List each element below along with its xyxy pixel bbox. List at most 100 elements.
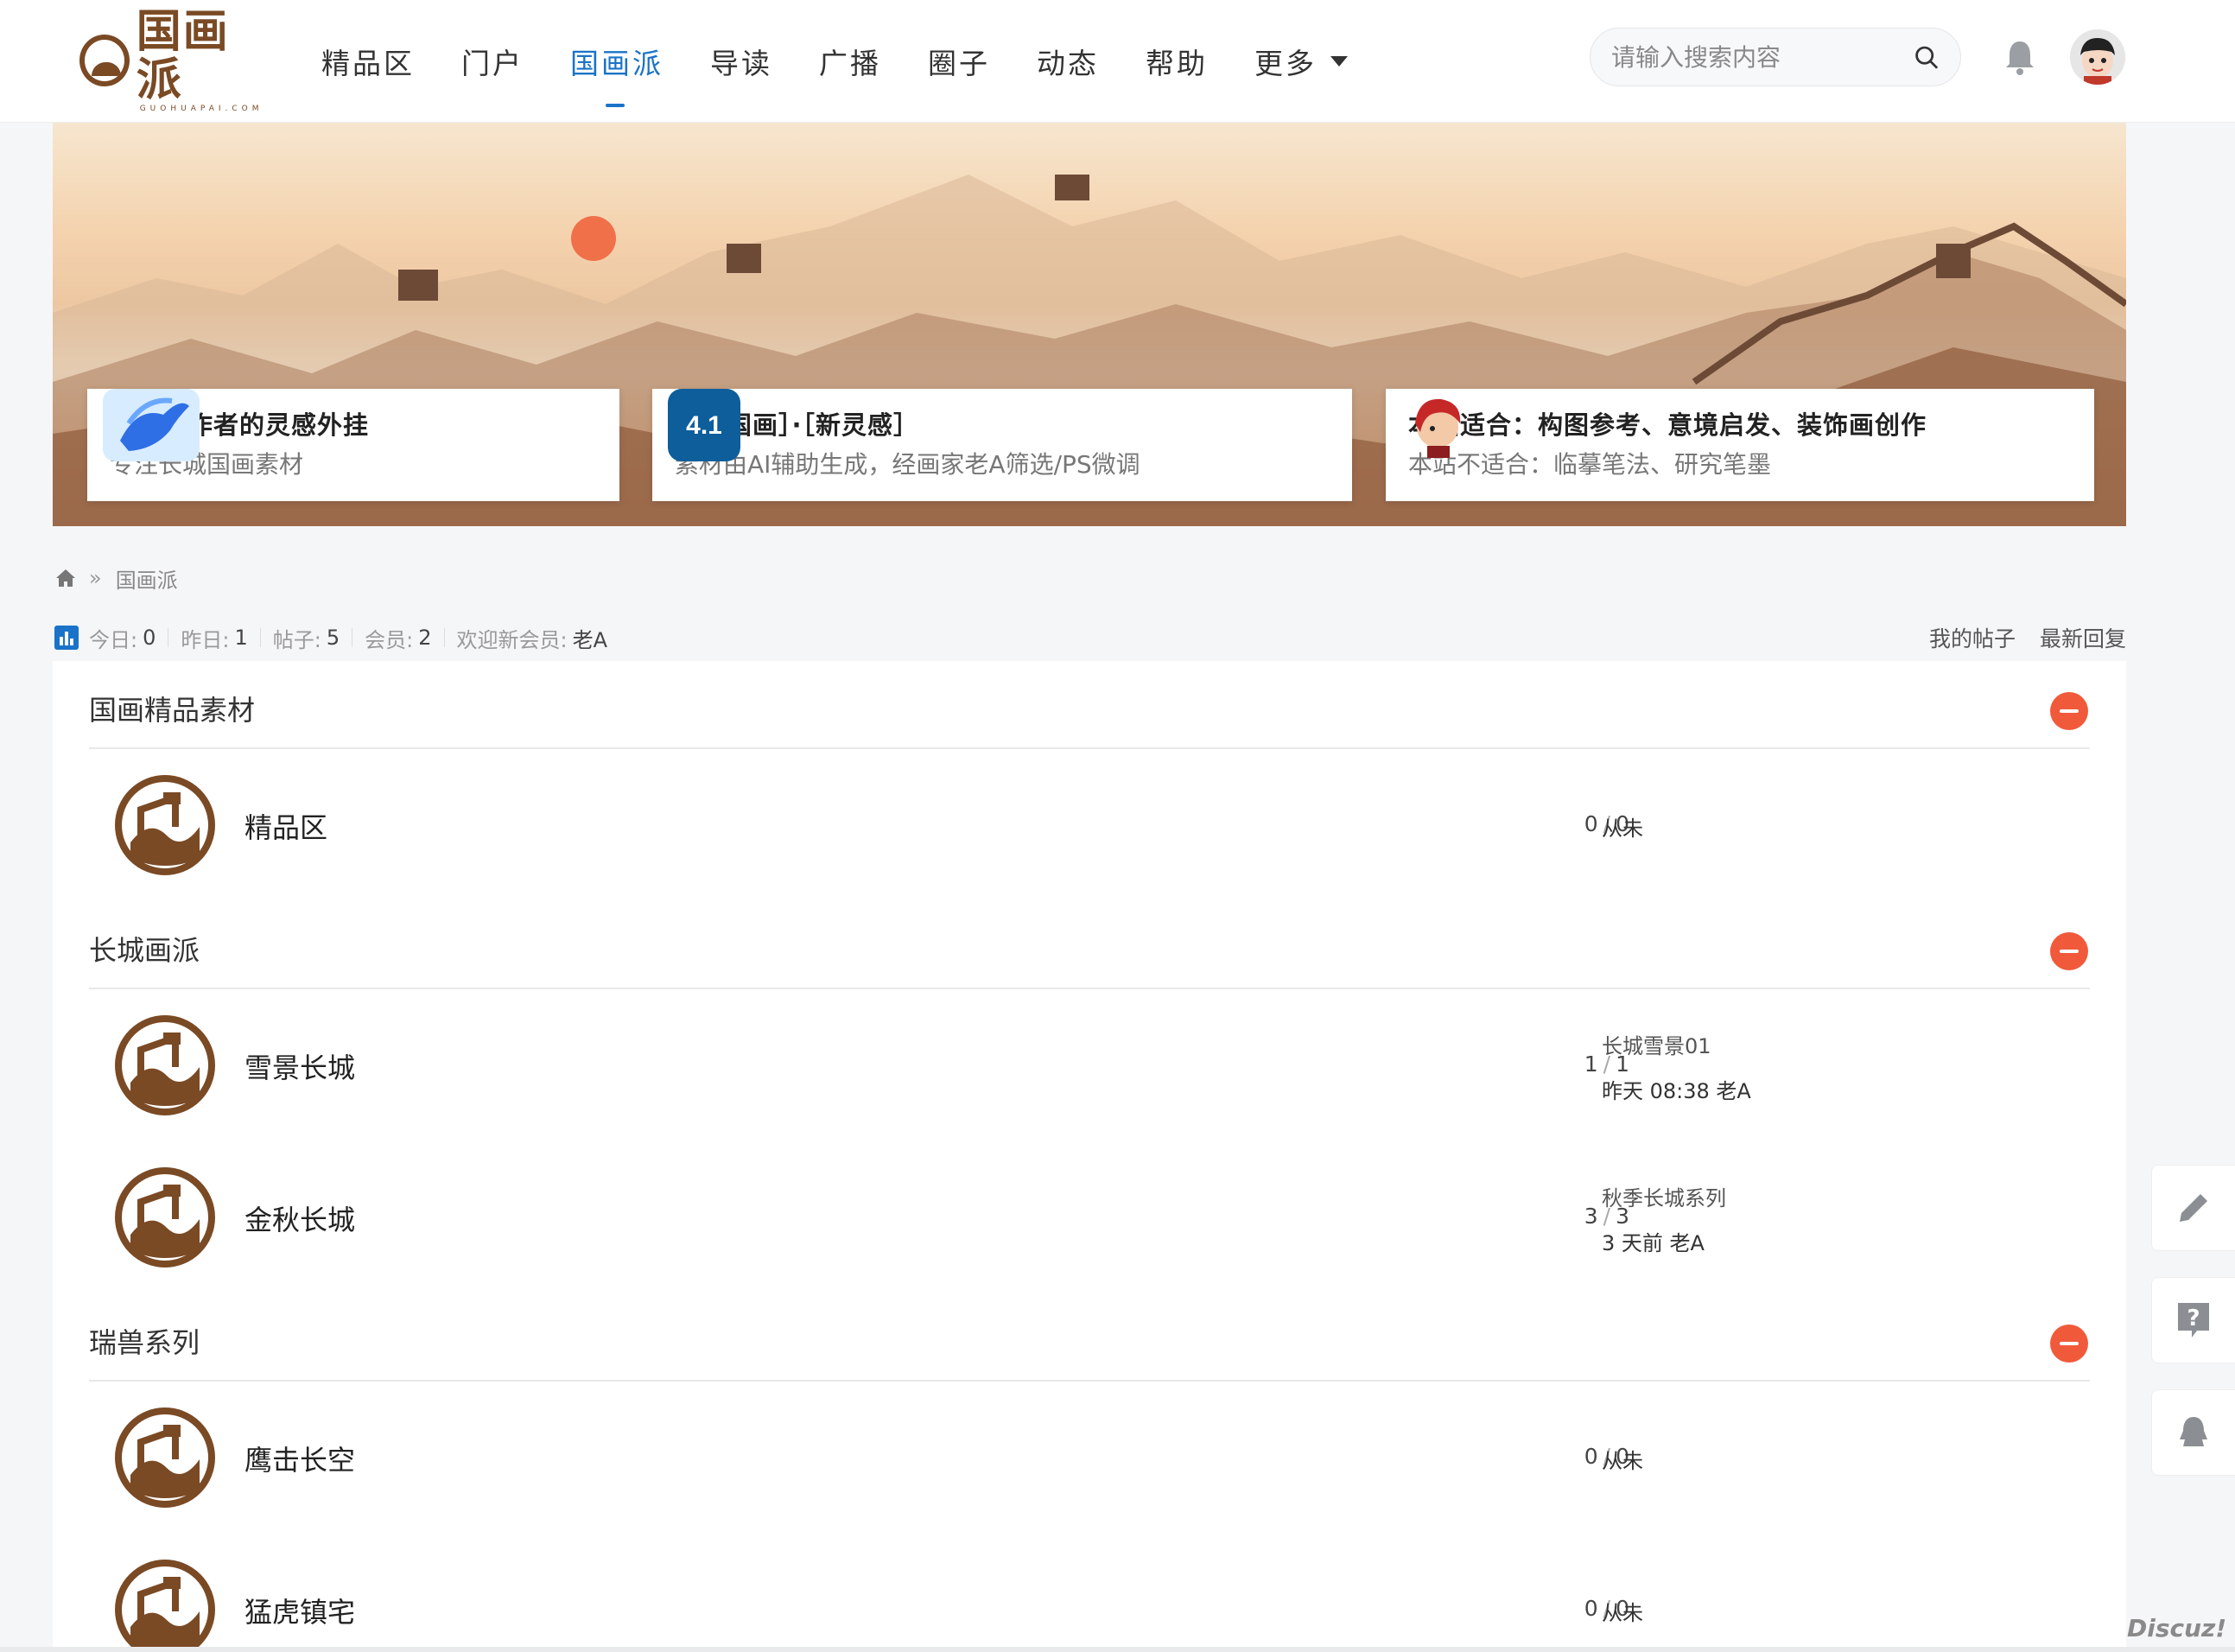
breadcrumb-separator: » bbox=[89, 566, 102, 590]
nav-label: 门户 bbox=[461, 47, 524, 80]
category-divider bbox=[89, 988, 2090, 989]
home-icon[interactable] bbox=[54, 568, 77, 588]
nav-label: 精品区 bbox=[321, 47, 415, 80]
search-input[interactable] bbox=[1611, 42, 1913, 72]
banner-card-subtitle: 本站不适合：临摹笔法、研究笔墨 bbox=[1408, 450, 1772, 479]
pencil-icon bbox=[2180, 1194, 2207, 1222]
banner-card-title: 本站适合：构图参考、意境启发、装饰画创作 bbox=[1408, 410, 1927, 440]
collapse-icon[interactable] bbox=[2050, 692, 2088, 730]
thread-count: 0 bbox=[1584, 811, 1598, 836]
my-posts-link[interactable]: 我的帖子 bbox=[1929, 622, 2016, 653]
last-post-text: 昨天 08:38 老A bbox=[1602, 1079, 1751, 1103]
last-post-text: 从未 bbox=[1602, 1601, 1643, 1625]
stat-divider bbox=[443, 628, 445, 647]
nav-item-circles[interactable]: 圈子 bbox=[928, 0, 990, 123]
svg-text:?: ? bbox=[2187, 1306, 2200, 1331]
thread-count: 0 bbox=[1584, 1596, 1598, 1621]
stat-members-label: 会员: bbox=[365, 627, 414, 652]
stat-newest-label: 欢迎新会员: bbox=[456, 627, 568, 652]
stat-yesterday-value: 1 bbox=[234, 626, 248, 650]
category-title[interactable]: 长城画派 bbox=[89, 929, 200, 969]
top-links: 我的帖子 最新回复 bbox=[1905, 622, 2126, 653]
caret-down-icon bbox=[1330, 56, 1348, 67]
search-box bbox=[1590, 28, 1961, 86]
great-wall-forum-icon[interactable] bbox=[115, 1167, 215, 1268]
app-icon-text: 4.1 bbox=[686, 411, 722, 440]
red-hair-character-icon bbox=[1415, 398, 1461, 458]
stat-posts-value: 5 bbox=[326, 626, 340, 650]
category-divider bbox=[89, 1380, 2090, 1382]
thread-count: 3 bbox=[1584, 1204, 1598, 1229]
last-post-title-link[interactable]: 秋季长城系列 bbox=[1602, 1181, 1726, 1211]
forum-name-link[interactable]: 精品区 bbox=[244, 806, 327, 846]
qq-contact-button[interactable] bbox=[2151, 1389, 2235, 1476]
nav-label: 帮助 bbox=[1146, 47, 1208, 80]
sun-shape bbox=[571, 216, 616, 261]
nav-label: 广播 bbox=[819, 47, 881, 80]
nav-item-portal[interactable]: 门户 bbox=[461, 0, 524, 123]
collapse-icon[interactable] bbox=[2050, 1325, 2088, 1363]
great-wall-logo-icon bbox=[79, 35, 130, 86]
nav-item-activity[interactable]: 动态 bbox=[1037, 0, 1099, 123]
great-wall-forum-icon[interactable] bbox=[115, 775, 215, 875]
notification-bell-icon[interactable] bbox=[2003, 38, 2037, 76]
qq-penguin-icon bbox=[2180, 1417, 2207, 1446]
nav-item-more[interactable]: 更多 bbox=[1254, 0, 1348, 123]
new-post-button[interactable] bbox=[2151, 1165, 2235, 1251]
stats-chart-icon bbox=[54, 626, 79, 650]
thread-count: 1 bbox=[1584, 1052, 1598, 1077]
great-wall-forum-icon[interactable] bbox=[115, 1015, 215, 1115]
forum-name-link[interactable]: 金秋长城 bbox=[244, 1198, 355, 1238]
help-button[interactable]: ? bbox=[2151, 1277, 2235, 1363]
banner-card-2[interactable]: 4.1 ［新国画］·［新灵感］ 素材由AI辅助生成，经画家老A筛选/PS微调 bbox=[652, 389, 1352, 501]
discuz-watermark: Discuz! bbox=[2127, 1614, 2227, 1642]
last-post-text: 从未 bbox=[1602, 1449, 1643, 1473]
forum-name-link[interactable]: 鹰击长空 bbox=[244, 1439, 355, 1478]
top-header: 国画派 GUOHUAPAI.COM 精品区 门户 国画派 导读 广播 圈子 动态… bbox=[0, 0, 2235, 123]
forum-name-link[interactable]: 雪景长城 bbox=[244, 1046, 355, 1086]
latest-reply-link[interactable]: 最新回复 bbox=[2040, 622, 2126, 653]
great-wall-forum-icon[interactable] bbox=[115, 1560, 215, 1652]
nav-label: 圈子 bbox=[928, 47, 990, 80]
hero-banner: 国画创作者的灵感外挂 专注长城国画素材 4.1 ［新国画］·［新灵感］ 素材由A… bbox=[53, 123, 2126, 526]
last-post-text: 3 天前 老A bbox=[1602, 1231, 1705, 1255]
cartoon-face-icon bbox=[2070, 29, 2125, 85]
stat-yesterday-label: 昨日: bbox=[181, 627, 230, 652]
banner-card-3[interactable]: 本站适合：构图参考、意境启发、装饰画创作 本站不适合：临摹笔法、研究笔墨 bbox=[1386, 389, 2094, 501]
main-nav: 精品区 门户 国画派 导读 广播 圈子 动态 帮助 更多 bbox=[321, 0, 1394, 123]
nav-item-featured[interactable]: 精品区 bbox=[321, 0, 415, 123]
stat-divider bbox=[259, 628, 261, 647]
thread-count: 0 bbox=[1584, 1444, 1598, 1469]
stat-today-label: 今日: bbox=[89, 627, 138, 652]
category-title[interactable]: 瑞兽系列 bbox=[89, 1321, 200, 1361]
question-icon: ? bbox=[2178, 1303, 2209, 1337]
category-title[interactable]: 国画精品素材 bbox=[89, 689, 255, 728]
stat-newest-member-link[interactable]: 老A bbox=[573, 623, 607, 653]
pegasus-icon bbox=[103, 389, 200, 461]
nav-item-help[interactable]: 帮助 bbox=[1146, 0, 1208, 123]
nav-label: 动态 bbox=[1037, 47, 1099, 80]
nav-item-guohuapai[interactable]: 国画派 bbox=[570, 0, 664, 123]
search-icon[interactable] bbox=[1913, 42, 1940, 72]
last-post-text: 从未 bbox=[1602, 816, 1643, 841]
last-post-title-link[interactable]: 长城雪景01 bbox=[1602, 1029, 1711, 1059]
logo-subtext: GUOHUAPAI.COM bbox=[139, 105, 264, 113]
user-avatar[interactable] bbox=[2070, 29, 2125, 85]
logo-text: 国画派 bbox=[136, 6, 230, 106]
category-divider bbox=[89, 747, 2090, 749]
forum-stats: 今日: 0 昨日: 1 帖子: 5 会员: 2 欢迎新会员: 老A bbox=[54, 620, 607, 655]
forum-list: 国画精品素材 精品区 0/0 从未 长城画派 雪景长城 1/1 长城雪景01 昨… bbox=[53, 661, 2126, 1652]
nav-label: 导读 bbox=[710, 47, 772, 80]
breadcrumb-current[interactable]: 国画派 bbox=[116, 563, 178, 594]
great-wall-forum-icon[interactable] bbox=[115, 1407, 215, 1508]
collapse-icon[interactable] bbox=[2050, 932, 2088, 970]
stat-posts-label: 帖子: bbox=[272, 627, 321, 652]
site-logo[interactable]: 国画派 GUOHUAPAI.COM bbox=[79, 8, 270, 113]
banner-card-1[interactable]: 国画创作者的灵感外挂 专注长城国画素材 bbox=[87, 389, 619, 501]
breadcrumb: » 国画派 bbox=[54, 563, 178, 593]
forum-name-link[interactable]: 猛虎镇宅 bbox=[244, 1591, 355, 1630]
banner-card-title: ［新国画］·［新灵感］ bbox=[675, 410, 920, 440]
stat-members-value: 2 bbox=[418, 626, 432, 650]
nav-item-broadcast[interactable]: 广播 bbox=[819, 0, 881, 123]
nav-item-guide[interactable]: 导读 bbox=[710, 0, 772, 123]
